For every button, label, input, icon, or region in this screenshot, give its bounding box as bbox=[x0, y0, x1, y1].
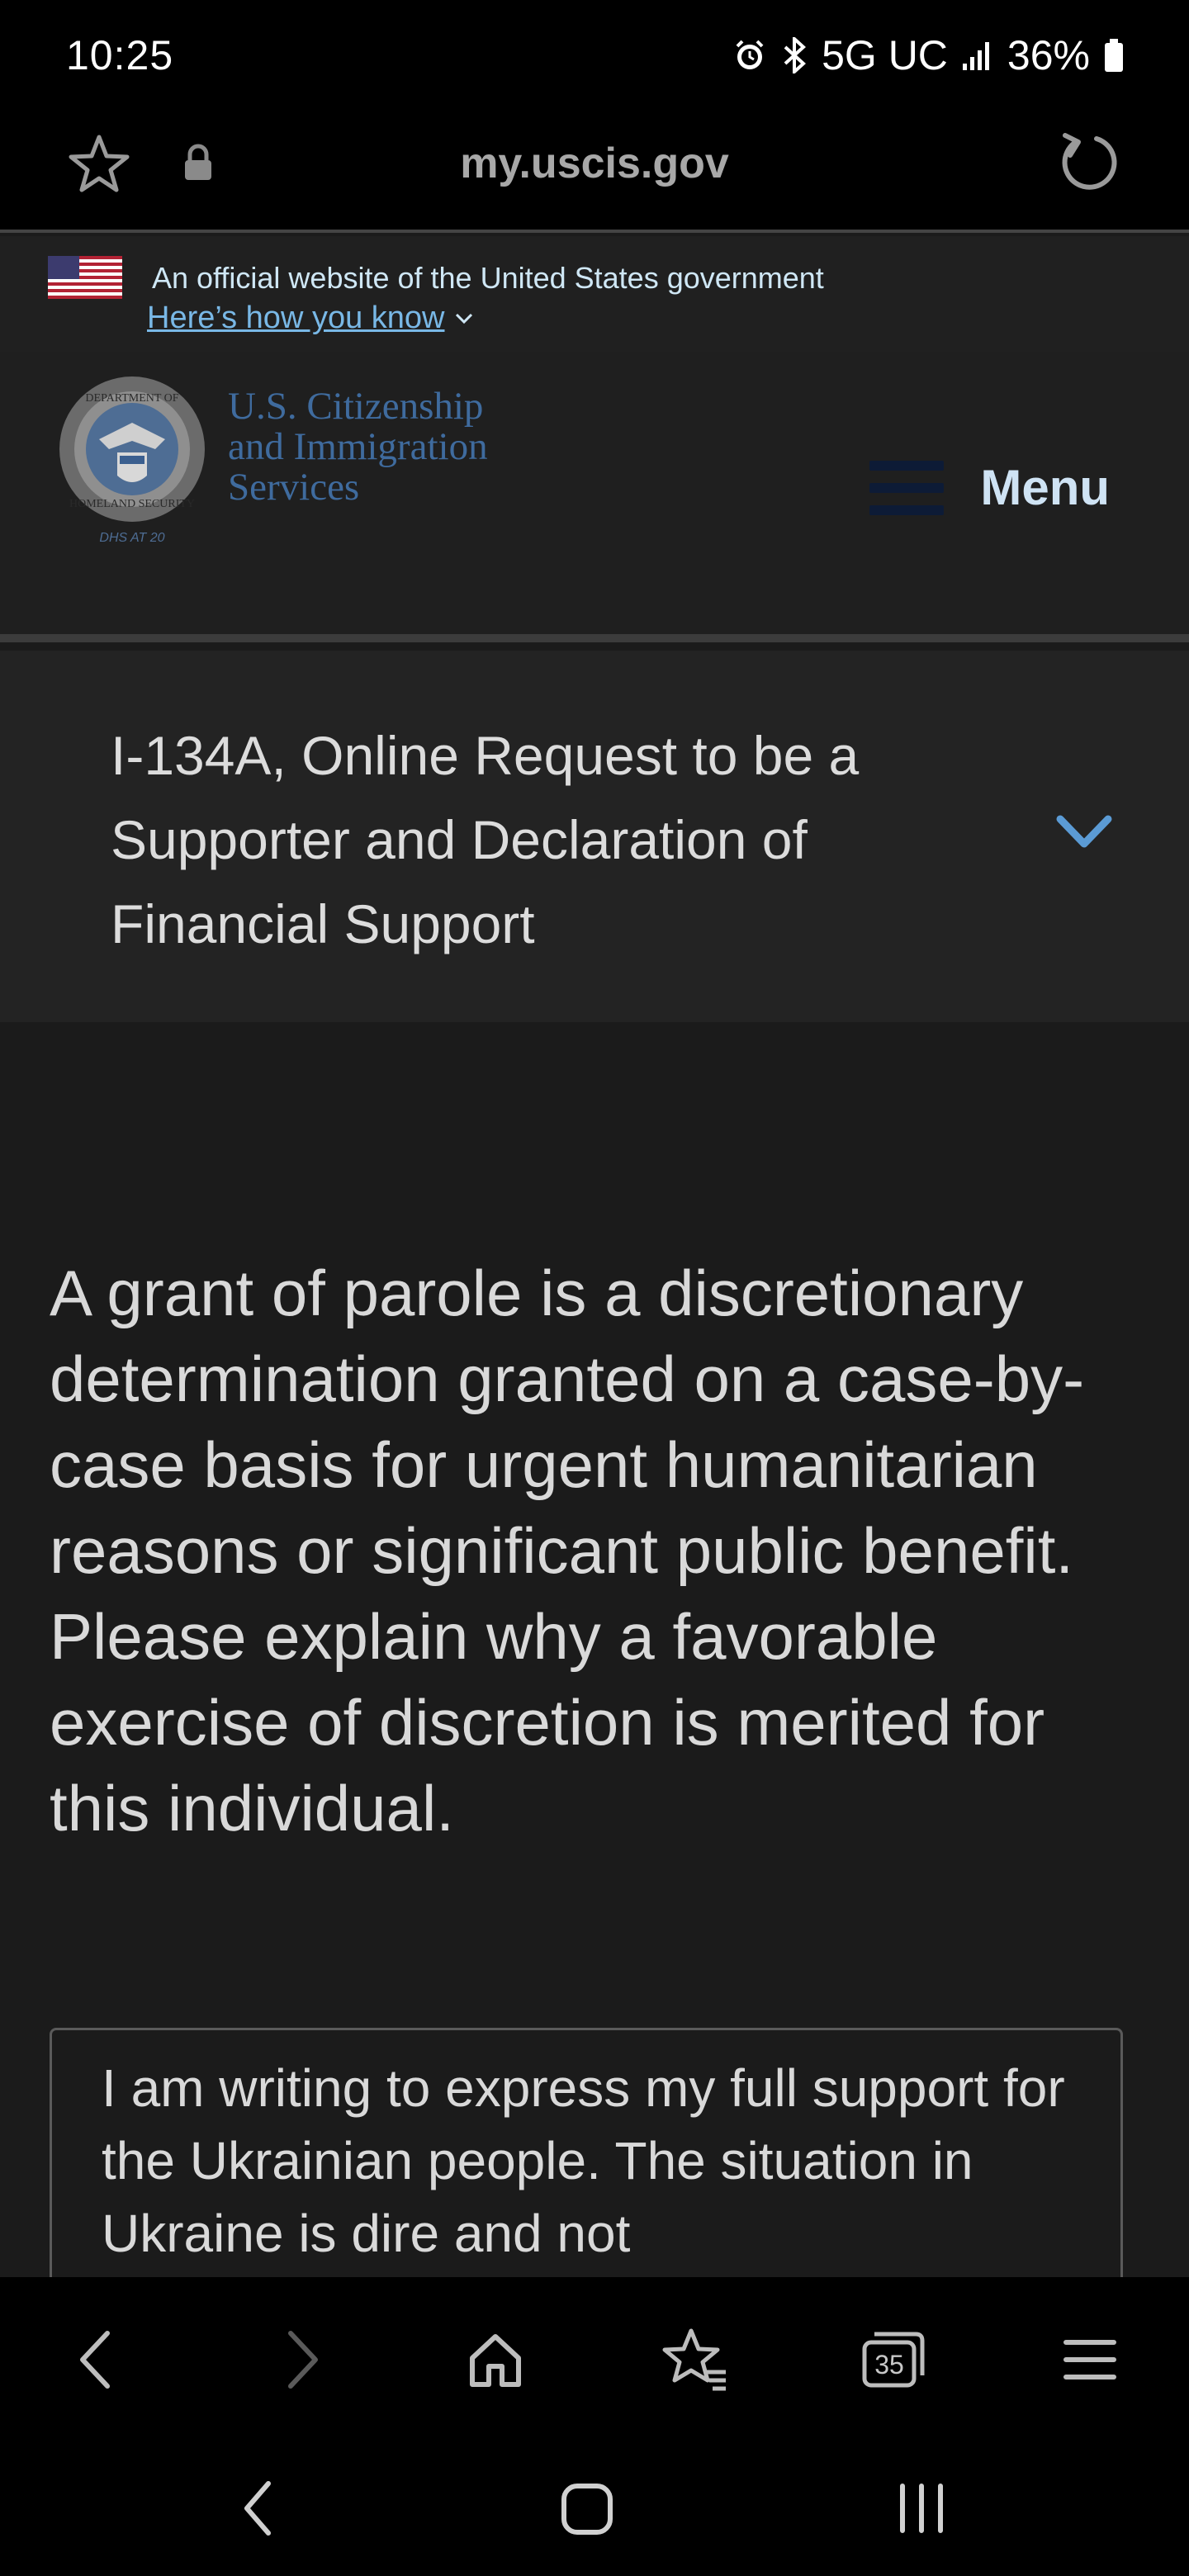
menu-label: Menu bbox=[980, 460, 1110, 515]
seal-text-top: DEPARTMENT OF bbox=[85, 392, 178, 405]
hamburger-menu-icon bbox=[1063, 2340, 1116, 2379]
menu-button[interactable]: Menu bbox=[869, 459, 1110, 516]
tabs-count: 35 bbox=[874, 2350, 904, 2379]
browser-menu-button[interactable] bbox=[1049, 2318, 1131, 2401]
agency-name[interactable]: U.S. Citizenship and Immigration Service… bbox=[228, 386, 488, 508]
signal-icon bbox=[961, 39, 994, 72]
system-home-button[interactable] bbox=[547, 2467, 629, 2550]
alarm-icon bbox=[732, 38, 767, 73]
status-time: 10:25 bbox=[66, 32, 174, 78]
answer-text: I am writing to express my full support … bbox=[102, 2058, 1065, 2263]
network-label: 5G UC bbox=[822, 32, 948, 78]
status-icons: 5G UC 36% bbox=[732, 31, 1125, 79]
us-flag-icon bbox=[48, 256, 122, 299]
seal-caption: DHS AT 20 bbox=[99, 531, 164, 545]
hamburger-icon bbox=[869, 460, 945, 515]
back-arrow-icon bbox=[80, 2331, 110, 2389]
system-home-icon bbox=[561, 2484, 613, 2535]
reload-icon[interactable] bbox=[1054, 127, 1125, 202]
home-button[interactable] bbox=[454, 2318, 537, 2401]
agency-line-2: and Immigration bbox=[228, 425, 488, 468]
official-website-text: An official website of the United States… bbox=[152, 261, 824, 295]
agency-line-3: Services bbox=[228, 466, 360, 509]
form-title: I-134A, Online Request to be a Supporter… bbox=[111, 725, 860, 954]
system-back-button[interactable] bbox=[216, 2467, 299, 2550]
system-back-icon bbox=[244, 2481, 271, 2536]
seal-text-bottom: HOMELAND SECURITY bbox=[69, 498, 195, 510]
battery-label: 36% bbox=[1007, 32, 1090, 78]
system-recents-button[interactable] bbox=[880, 2467, 963, 2550]
site-header: DEPARTMENT OF HOMELAND SECURITY DHS AT 2… bbox=[0, 352, 1189, 642]
how-you-know-link[interactable]: Here’s how you know bbox=[147, 301, 474, 336]
bookmarks-star-icon bbox=[662, 2328, 726, 2391]
chevron-down-icon bbox=[456, 313, 473, 324]
form-title-accordion[interactable]: I-134A, Online Request to be a Supporter… bbox=[0, 651, 1189, 1022]
forward-button[interactable] bbox=[261, 2318, 343, 2401]
system-nav-bar bbox=[0, 2434, 1189, 2576]
browser-url-bar: my.uscis.gov bbox=[0, 116, 1189, 233]
url-text[interactable]: my.uscis.gov bbox=[0, 139, 1189, 188]
dhs-seal-logo[interactable]: DEPARTMENT OF HOMELAND SECURITY DHS AT 2… bbox=[58, 373, 215, 551]
bookmarks-button[interactable] bbox=[654, 2318, 737, 2401]
system-recents-icon bbox=[900, 2484, 943, 2533]
bluetooth-icon bbox=[780, 37, 808, 73]
browser-toolbar: 35 bbox=[0, 2277, 1189, 2434]
forward-arrow-icon bbox=[288, 2331, 318, 2389]
status-bar: 10:25 5G UC 36% bbox=[0, 0, 1189, 116]
question-label: A grant of parole is a discretionary det… bbox=[50, 1257, 1085, 1844]
back-button[interactable] bbox=[54, 2318, 137, 2401]
home-icon bbox=[470, 2334, 521, 2387]
how-you-know-label: Here’s how you know bbox=[147, 301, 445, 335]
tabs-button[interactable]: 35 bbox=[852, 2318, 935, 2401]
battery-icon bbox=[1103, 37, 1125, 73]
chevron-down-icon[interactable] bbox=[1055, 812, 1113, 856]
main-content: A grant of parole is a discretionary det… bbox=[0, 1022, 1189, 2358]
agency-line-1: U.S. Citizenship bbox=[228, 385, 484, 428]
gov-banner: An official website of the United States… bbox=[0, 236, 1189, 352]
